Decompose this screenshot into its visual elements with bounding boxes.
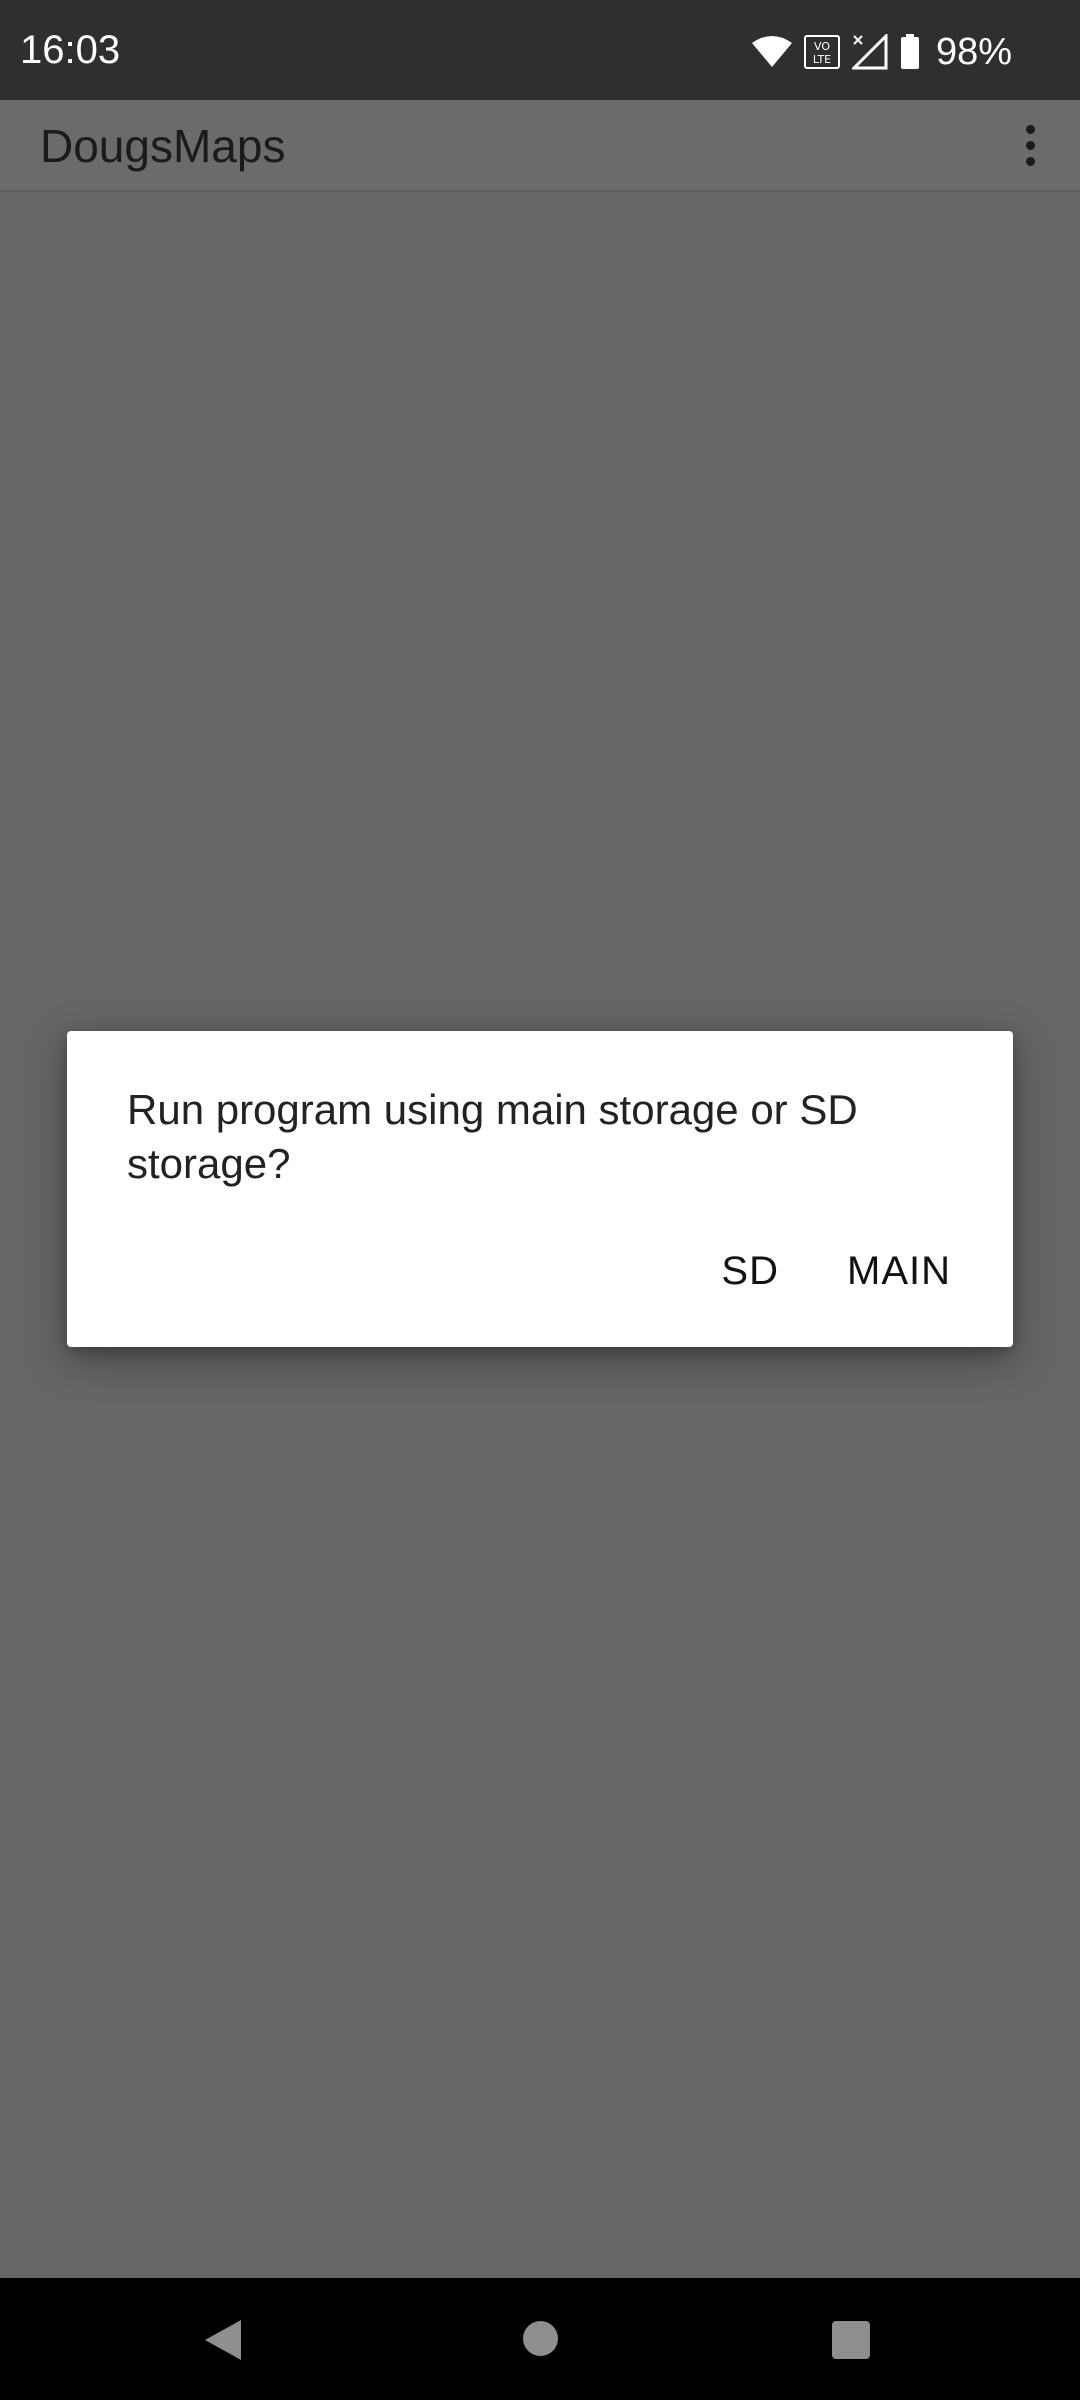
status-time: 16:03 bbox=[20, 28, 121, 72]
svg-text:LTE: LTE bbox=[813, 53, 831, 66]
back-icon[interactable] bbox=[203, 2318, 243, 2362]
main-button[interactable]: MAIN bbox=[825, 1239, 973, 1303]
battery-percent: 98% bbox=[935, 31, 1012, 73]
app-title: DougsMaps bbox=[40, 120, 286, 172]
dialog-message: Run program using main storage or SD sto… bbox=[127, 1086, 858, 1187]
dialog-actions: SD MAIN bbox=[699, 1239, 973, 1303]
signal-icon bbox=[851, 34, 888, 70]
battery-icon bbox=[900, 34, 919, 69]
home-icon[interactable] bbox=[523, 2321, 558, 2356]
more-vert-icon bbox=[1025, 124, 1035, 134]
status-bar: 16:03 VO LTE 98% bbox=[0, 0, 1080, 100]
svg-text:VO: VO bbox=[814, 40, 830, 53]
sd-button[interactable]: SD bbox=[699, 1239, 801, 1303]
volte-icon: VO LTE bbox=[803, 35, 840, 69]
storage-dialog: Run program using main storage or SD sto… bbox=[67, 1031, 1013, 1347]
recents-icon[interactable] bbox=[832, 2321, 870, 2359]
overflow-menu-button[interactable] bbox=[1000, 115, 1060, 175]
app-bar: DougsMaps bbox=[0, 100, 1080, 192]
wifi-icon bbox=[751, 36, 792, 67]
navigation-bar bbox=[0, 2278, 1080, 2400]
status-icons: VO LTE 98% bbox=[751, 28, 1012, 76]
